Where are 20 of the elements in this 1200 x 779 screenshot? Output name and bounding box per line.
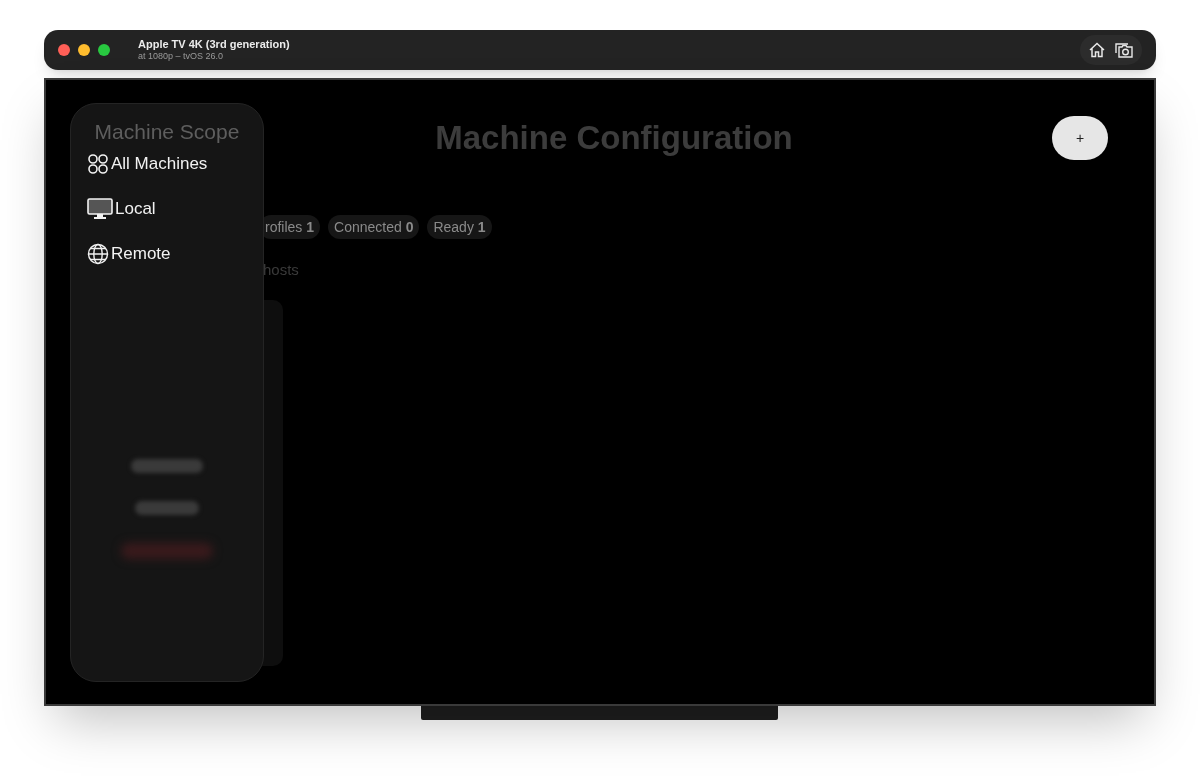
window-title: Apple TV 4K (3rd generation): [138, 37, 290, 52]
stat-chip: Ready 1: [427, 215, 492, 239]
blurred-row: [135, 500, 199, 515]
sidebar-title: Machine Scope: [93, 119, 241, 145]
close-button[interactable]: [58, 44, 70, 56]
monitor-icon: [87, 198, 113, 220]
home-icon[interactable]: [1088, 41, 1106, 59]
add-button[interactable]: +: [1052, 116, 1108, 160]
blurred-row: [131, 458, 203, 473]
minimize-button[interactable]: [78, 44, 90, 56]
grid-icon: [87, 153, 109, 175]
hosts-label: hosts: [262, 260, 300, 280]
sidebar-item[interactable]: Remote: [87, 239, 263, 269]
camera-icon[interactable]: [1114, 41, 1134, 59]
page-heading: Machine Configuration: [434, 118, 794, 159]
zoom-button[interactable]: [98, 44, 110, 56]
stat-chip: Connected 0: [328, 215, 420, 239]
globe-icon: [87, 243, 109, 265]
window-subtitle: at 1080p – tvOS 26.0: [138, 51, 225, 63]
sidebar-item[interactable]: All Machines: [87, 149, 263, 179]
